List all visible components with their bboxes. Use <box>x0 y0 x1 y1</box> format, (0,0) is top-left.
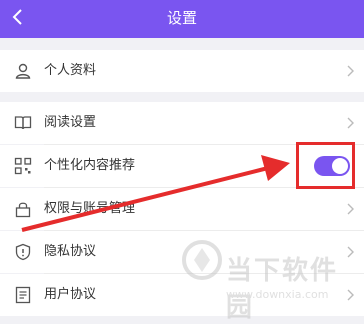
highlight-box <box>296 142 355 189</box>
chevron-right-icon <box>347 117 354 129</box>
list-item-reading-settings[interactable]: 阅读设置 <box>0 102 364 144</box>
user-agreement-label: 用户协议 <box>44 287 97 302</box>
watermark-name: 当下软件园 <box>226 256 339 323</box>
list-item-profile[interactable]: 个人资料 <box>0 50 364 92</box>
lock-icon <box>15 202 31 218</box>
chevron-right-icon <box>347 65 354 77</box>
chevron-right-icon <box>347 203 354 215</box>
user-icon <box>15 63 31 79</box>
permissions-label: 权限与账号管理 <box>44 201 136 216</box>
watermark-url: www.downxia.com <box>226 288 329 301</box>
personalized-content-label: 个性化内容推荐 <box>44 158 136 173</box>
grid-icon <box>14 157 32 175</box>
watermark-logo-icon <box>182 240 222 280</box>
privacy-policy-label: 隐私协议 <box>44 244 97 259</box>
header-bar: 设置 <box>0 0 364 38</box>
watermark: 当下软件园 www.downxia.com <box>180 220 364 323</box>
book-icon <box>14 116 32 130</box>
reading-settings-label: 阅读设置 <box>44 115 97 130</box>
document-icon <box>15 286 31 304</box>
profile-label: 个人资料 <box>44 63 97 78</box>
page-title: 设置 <box>166 9 197 27</box>
shield-icon <box>15 243 31 261</box>
